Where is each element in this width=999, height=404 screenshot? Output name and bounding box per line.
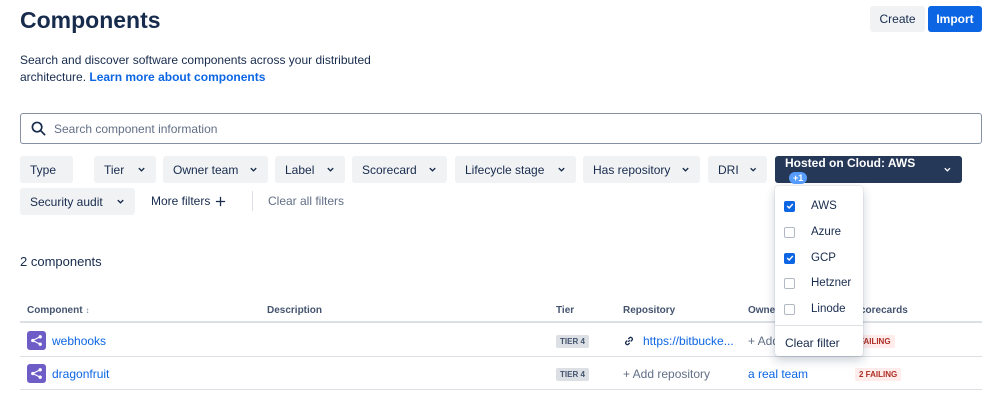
option-hetzner[interactable]: Hetzner xyxy=(775,270,863,296)
filter-dri[interactable]: DRI xyxy=(708,156,767,183)
filter-label: Has repository xyxy=(593,162,671,177)
link-icon xyxy=(625,336,633,346)
chevron-down-icon xyxy=(327,167,334,172)
option-azure[interactable]: Azure xyxy=(775,219,863,245)
clear-filter-button[interactable]: Clear filter xyxy=(785,336,840,350)
row-divider xyxy=(20,356,982,357)
filter-label: Security audit xyxy=(30,194,103,209)
column-header-tier: Tier xyxy=(556,305,575,316)
option-label: Azure xyxy=(811,226,842,238)
option-label: AWS xyxy=(811,200,837,212)
tier-badge: TIER 4 xyxy=(556,368,589,381)
option-linode[interactable]: Linode xyxy=(775,296,863,322)
filter-type[interactable]: Type xyxy=(20,156,73,183)
chevron-down-icon xyxy=(944,167,951,172)
chevron-down-icon xyxy=(250,167,257,172)
search-input[interactable] xyxy=(54,121,854,136)
filter-security-audit[interactable]: Security audit xyxy=(20,188,135,215)
filter-label: Type xyxy=(30,162,57,177)
chevron-down-icon xyxy=(117,199,124,204)
filter-hosted-on-cloud[interactable]: Hosted on Cloud: AWS+1 xyxy=(775,156,962,184)
filter-label: Hosted on Cloud: AWS xyxy=(785,155,916,170)
filter-label: Lifecycle stage xyxy=(465,162,545,177)
filter-scorecard[interactable]: Scorecard xyxy=(352,156,447,183)
scorecard-status-badge: 2 FAILING xyxy=(855,368,902,381)
results-count: 2 components xyxy=(20,254,102,269)
filter-label: Label xyxy=(285,162,315,177)
filter-divider xyxy=(252,191,253,211)
tier-badge: TIER 4 xyxy=(556,335,589,348)
header-label: Component xyxy=(27,305,83,316)
column-header-repository: Repository xyxy=(623,305,676,316)
checkbox-unchecked[interactable] xyxy=(784,303,795,315)
filter-count-badge: +1 xyxy=(789,171,808,184)
filter-label: Tier xyxy=(104,162,125,177)
column-header-description: Description xyxy=(267,305,323,316)
filter-label-group: Hosted on Cloud: AWS+1 xyxy=(785,156,933,184)
checkbox-checked[interactable] xyxy=(784,252,795,264)
component-icon xyxy=(27,331,46,350)
sort-icon: ↕ xyxy=(85,306,90,315)
check-icon xyxy=(786,255,793,262)
page-description: Search and discover software components … xyxy=(20,52,380,86)
component-name-link[interactable]: dragonfruit xyxy=(52,367,109,381)
checkbox-unchecked[interactable] xyxy=(784,277,795,289)
checkbox-checked[interactable] xyxy=(784,200,795,212)
filter-label-chip[interactable]: Label xyxy=(275,156,345,183)
repository-url: https://bitbucke... xyxy=(643,334,734,348)
chevron-down-icon xyxy=(558,167,565,172)
cloud-filter-dropdown: AWS Azure GCP Hetzner Linode Clear filte… xyxy=(775,186,863,356)
import-button[interactable]: Import xyxy=(928,6,982,32)
filter-tier[interactable]: Tier xyxy=(94,156,156,183)
column-header-owner: Owne xyxy=(748,305,776,316)
filter-label: Owner team xyxy=(173,162,239,177)
chevron-down-icon xyxy=(749,167,756,172)
filter-label: Scorecard xyxy=(362,162,417,177)
plus-icon xyxy=(216,196,226,206)
component-icon xyxy=(27,364,46,383)
search-icon xyxy=(31,121,46,136)
share-nodes-icon xyxy=(31,335,42,346)
row-divider xyxy=(20,389,982,390)
filter-label: DRI xyxy=(718,162,739,177)
owner-team-link[interactable]: a real team xyxy=(748,367,808,381)
learn-more-link[interactable]: Learn more about components xyxy=(89,70,265,84)
checkbox-unchecked[interactable] xyxy=(784,226,795,238)
filter-owner-team[interactable]: Owner team xyxy=(163,156,268,183)
filter-lifecycle-stage[interactable]: Lifecycle stage xyxy=(455,156,576,183)
share-nodes-icon xyxy=(31,368,42,379)
option-aws[interactable]: AWS xyxy=(775,193,863,219)
check-icon xyxy=(786,203,793,210)
create-button[interactable]: Create xyxy=(870,6,925,32)
option-label: Linode xyxy=(811,303,846,315)
component-name-link[interactable]: webhooks xyxy=(52,334,106,348)
option-label: Hetzner xyxy=(811,277,852,289)
page-title: Components xyxy=(20,7,161,33)
dropdown-divider xyxy=(775,325,863,326)
option-gcp[interactable]: GCP xyxy=(775,245,863,271)
add-repository-button[interactable]: + Add repository xyxy=(623,367,710,381)
search-box[interactable] xyxy=(20,113,982,144)
chevron-down-icon xyxy=(429,167,436,172)
column-header-scorecards: corecards xyxy=(860,305,908,316)
filter-has-repository[interactable]: Has repository xyxy=(583,156,700,183)
chevron-down-icon xyxy=(138,167,145,172)
more-filters-label: More filters xyxy=(151,194,211,208)
clear-all-filters-button[interactable]: Clear all filters xyxy=(268,194,344,208)
option-label: GCP xyxy=(811,252,836,264)
more-filters-button[interactable]: More filters xyxy=(151,194,226,208)
repository-link[interactable]: https://bitbucke... xyxy=(623,334,734,348)
column-header-component[interactable]: Component ↕ xyxy=(27,305,89,316)
chevron-down-icon xyxy=(682,167,689,172)
